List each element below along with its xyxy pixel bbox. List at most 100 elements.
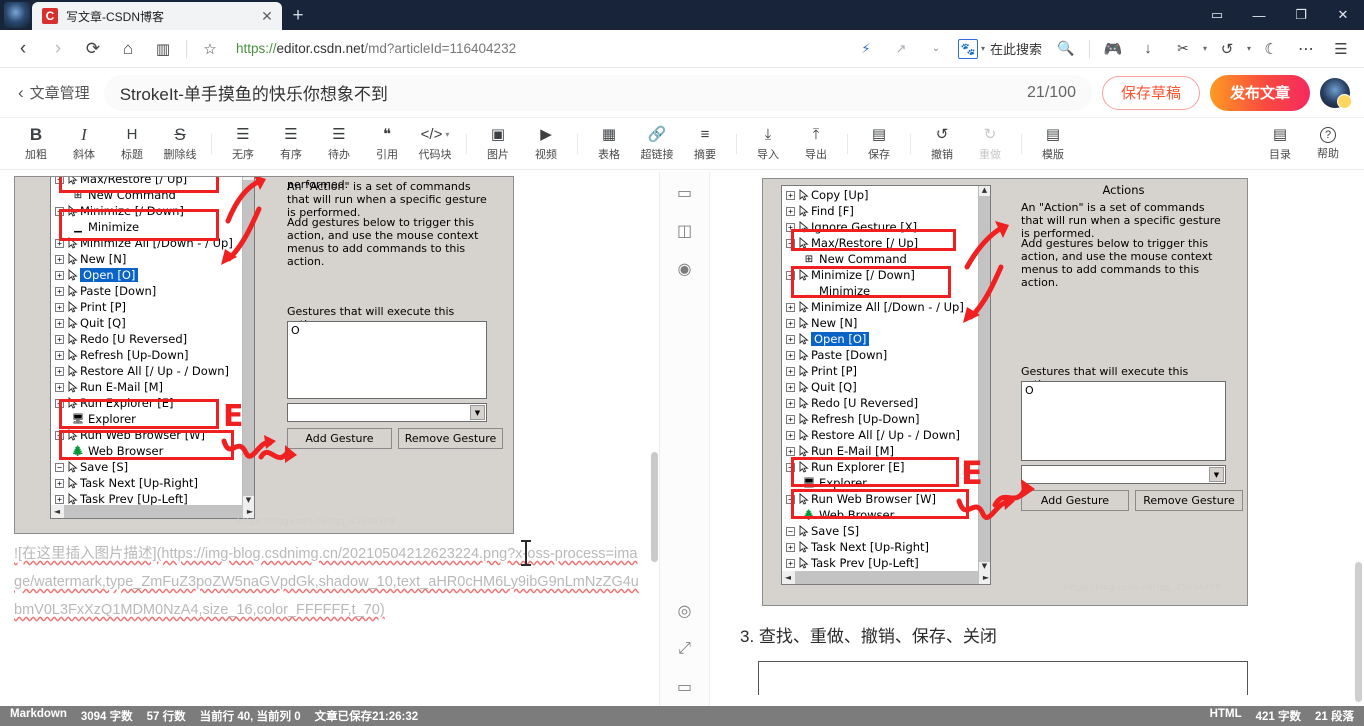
- browser-tab[interactable]: C 写文章-CSDN博客 ✕: [32, 2, 282, 30]
- strokeit-tree-row[interactable]: − Run Explorer [E]: [784, 459, 990, 475]
- expand-icon[interactable]: +: [786, 350, 795, 360]
- collapse-icon[interactable]: −: [55, 462, 64, 472]
- toolbar-strikethrough-button[interactable]: S 删除线: [156, 120, 204, 168]
- search-icon[interactable]: 🔍: [1049, 34, 1083, 64]
- expand-icon[interactable]: +: [786, 206, 795, 216]
- strokeit-add-gesture-button[interactable]: Add Gesture: [287, 428, 392, 449]
- minimize-icon[interactable]: —: [1238, 0, 1280, 30]
- collapse-icon[interactable]: −: [55, 206, 64, 216]
- share-icon[interactable]: ↗: [884, 34, 918, 64]
- strokeit-tree-row[interactable]: + Minimize All [/Down - / Up]: [784, 299, 990, 315]
- strokeit-tree-row[interactable]: + Paste [Down]: [53, 283, 254, 299]
- toolbar-heading-button[interactable]: H 标题: [108, 120, 156, 168]
- toolbar-save-button[interactable]: ▤ 保存: [855, 120, 903, 168]
- strokeit-remove-gesture-button[interactable]: Remove Gesture: [398, 428, 503, 449]
- expand-icon[interactable]: +: [786, 318, 795, 328]
- strokeit-gesture-combobox[interactable]: ▼: [287, 403, 487, 422]
- more-icon[interactable]: ⋯: [1289, 34, 1323, 64]
- strokeit-gesture-combobox[interactable]: ▼: [1021, 465, 1226, 484]
- toolbar-code-block-button[interactable]: </> ▾ 代码块: [411, 120, 459, 168]
- maximize-icon[interactable]: ❐: [1280, 0, 1322, 30]
- expand-icon[interactable]: +: [786, 542, 795, 552]
- strokeit-action-tree[interactable]: − Max/Restore [/ Up] ⊞ New Command − Minimize…: [50, 177, 255, 519]
- collapse-icon[interactable]: −: [786, 462, 795, 472]
- strokeit-tree-row[interactable]: − Minimize [/ Down]: [784, 267, 990, 283]
- hscroll-thumb[interactable]: [64, 505, 243, 518]
- strokeit-gesture-listbox[interactable]: O: [287, 321, 487, 399]
- strokeit-tree-row[interactable]: + Paste [Down]: [784, 347, 990, 363]
- chevron-down-icon[interactable]: ⌄: [919, 34, 953, 64]
- strokeit-remove-gesture-button[interactable]: Remove Gesture: [1135, 490, 1243, 511]
- toolbar-undo-button[interactable]: ↺ 撤销: [918, 120, 966, 168]
- collapse-icon[interactable]: −: [786, 494, 795, 504]
- expand-icon[interactable]: +: [786, 398, 795, 408]
- expand-icon[interactable]: +: [55, 270, 64, 280]
- strokeit-tree-row[interactable]: + Copy [Up]: [784, 187, 990, 203]
- strokeit-tree-row[interactable]: − Run Web Browser [W]: [784, 491, 990, 507]
- expand-icon[interactable]: +: [786, 430, 795, 440]
- strokeit-tree-row[interactable]: ▁ Minimize: [784, 283, 990, 299]
- article-title-wrap[interactable]: 21/100: [103, 74, 1092, 111]
- back-icon[interactable]: ‹: [6, 34, 40, 64]
- window-close-icon[interactable]: ✕: [1322, 0, 1364, 30]
- strokeit-tree-row[interactable]: + Run E-Mail [M]: [784, 443, 990, 459]
- sync-scroll-toggle-icon[interactable]: ◎: [671, 598, 699, 624]
- toolbar-quote-button[interactable]: ❝ 引用: [363, 120, 411, 168]
- downloads-icon[interactable]: ↓: [1131, 34, 1165, 64]
- collapse-icon[interactable]: −: [786, 526, 795, 536]
- scroll-right-icon[interactable]: ►: [980, 573, 990, 582]
- toolbar-redo-button[interactable]: ↻ 重做: [966, 120, 1014, 168]
- flash-icon[interactable]: ⚡: [849, 34, 883, 64]
- strokeit-tree-row[interactable]: + Restore All [/ Up - / Down]: [784, 427, 990, 443]
- scroll-left-icon[interactable]: ◄: [782, 573, 794, 582]
- history-caret-icon[interactable]: ▾: [1247, 44, 1251, 53]
- strokeit-tree-row[interactable]: + Quit [Q]: [53, 315, 254, 331]
- preview-eye-toggle-icon[interactable]: ◉: [671, 256, 699, 282]
- fullscreen-write-toggle-icon[interactable]: ▭: [671, 180, 699, 206]
- strokeit-add-gesture-button[interactable]: Add Gesture: [1021, 490, 1129, 511]
- back-to-article-management[interactable]: ‹ 文章管理: [18, 82, 90, 103]
- strokeit-tree-row[interactable]: + Refresh [Up-Down]: [784, 411, 990, 427]
- toolbar-template-button[interactable]: ▤ 模版: [1029, 120, 1077, 168]
- scroll-left-icon[interactable]: ◄: [51, 507, 63, 516]
- strokeit-tree-row[interactable]: 🖥 Explorer: [784, 475, 990, 491]
- dark-mode-icon[interactable]: ☾: [1254, 34, 1288, 64]
- cut-caret-icon[interactable]: ▾: [1203, 44, 1207, 53]
- expand-icon[interactable]: +: [55, 318, 64, 328]
- split-view-toggle-icon[interactable]: ◫: [671, 218, 699, 244]
- expand-icon[interactable]: +: [55, 334, 64, 344]
- strokeit-tree-row[interactable]: − Save [S]: [53, 459, 254, 475]
- refresh-icon[interactable]: ⟳: [76, 34, 110, 64]
- strokeit-tree-row[interactable]: − Save [S]: [784, 523, 990, 539]
- publish-article-button[interactable]: 发布文章: [1209, 74, 1310, 111]
- preview-pane-scrollbar[interactable]: [1355, 562, 1362, 702]
- home-icon[interactable]: ⌂: [111, 34, 145, 64]
- toolbar-unordered-list-button[interactable]: ☰ 无序: [219, 120, 267, 168]
- strokeit-tree-hscrollbar[interactable]: ◄ ►: [51, 505, 254, 518]
- history-icon[interactable]: ↺: [1210, 34, 1244, 64]
- toolbar-image-button[interactable]: ▣ 图片: [474, 120, 522, 168]
- strokeit-tree-row[interactable]: + Print [P]: [784, 363, 990, 379]
- strokeit-tree-row[interactable]: − Minimize [/ Down]: [53, 203, 254, 219]
- left-pane-scrollbar[interactable]: [651, 452, 658, 562]
- strokeit-tree-row[interactable]: + Restore All [/ Up - / Down]: [53, 363, 254, 379]
- toolbar-video-button[interactable]: ▶ 视频: [522, 120, 570, 168]
- strokeit-tree-row[interactable]: + Quit [Q]: [784, 379, 990, 395]
- combobox-arrow-icon[interactable]: ▼: [1209, 467, 1224, 482]
- strokeit-tree-row[interactable]: 🌲 Web Browser: [784, 507, 990, 523]
- expand-icon[interactable]: +: [786, 302, 795, 312]
- strokeit-tree-row[interactable]: + New [N]: [784, 315, 990, 331]
- toolbar-bold-button[interactable]: B 加粗: [12, 120, 60, 168]
- favorite-star-icon[interactable]: ☆: [193, 34, 227, 64]
- game-icon[interactable]: 🎮: [1096, 34, 1130, 64]
- expand-icon[interactable]: +: [786, 190, 795, 200]
- toolbar-outline-button[interactable]: ▤ 目录: [1256, 120, 1304, 168]
- strokeit-tree-row[interactable]: + Run E-Mail [M]: [53, 379, 254, 395]
- cut-icon[interactable]: ✂: [1166, 34, 1200, 64]
- toolbar-table-button[interactable]: ▦ 表格: [585, 120, 633, 168]
- new-tab-button[interactable]: +: [282, 2, 314, 30]
- expand-icon[interactable]: +: [55, 478, 64, 488]
- expand-icon[interactable]: +: [786, 366, 795, 376]
- expand-icon[interactable]: +: [786, 334, 795, 344]
- expand-toggle-icon[interactable]: ⤢: [671, 636, 699, 662]
